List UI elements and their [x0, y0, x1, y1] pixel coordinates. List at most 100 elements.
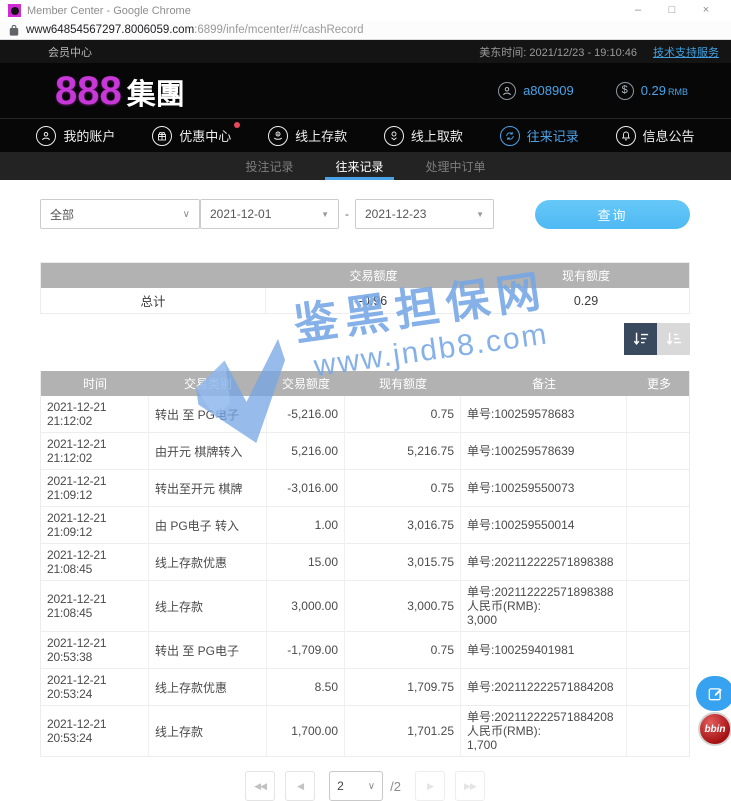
records-body: 2021-12-21 21:12:02 转出 至 PG电子 -5,216.00 …	[41, 396, 689, 756]
table-row: 2021-12-21 21:08:45 线上存款优惠 15.00 3,015.7…	[41, 544, 689, 581]
cell-time: 2021-12-21 21:08:45	[41, 544, 149, 580]
nav-item-label: 我的账户	[63, 129, 115, 144]
content-area: 全部 ∨ 2021-12-01 ▼ - 2021-12-23 ▼ 查询 交易额度…	[0, 180, 731, 801]
nav-item-withdraw[interactable]: 线上取款	[365, 119, 481, 152]
summary-header-balance: 现有额度	[481, 263, 691, 288]
prev-page-button[interactable]: ◀	[285, 771, 315, 801]
cell-balance: 3,016.75	[345, 507, 461, 543]
nav-item-label: 线上取款	[411, 129, 463, 144]
edit-icon	[707, 685, 724, 702]
cell-remark: 单号:100259401981	[461, 632, 627, 668]
deposit-icon	[268, 126, 288, 146]
cell-remark: 单号:202112222571898388	[461, 544, 627, 580]
cell-remark: 单号:202112222571898388 人民币(RMB): 3,000	[461, 581, 627, 631]
dropdown-triangle-icon: ▼	[476, 210, 484, 219]
table-row: 2021-12-21 20:53:38 转出 至 PG电子 -1,709.00 …	[41, 632, 689, 669]
gift-icon	[152, 126, 172, 146]
date-range-separator: -	[345, 207, 349, 221]
cell-time: 2021-12-21 21:12:02	[41, 396, 149, 432]
last-page-button[interactable]: ▶▶	[455, 771, 485, 801]
cell-amount: 1,700.00	[267, 706, 345, 756]
cell-type: 线上存款	[149, 581, 267, 631]
cell-more	[627, 433, 691, 469]
date-to-select[interactable]: 2021-12-23 ▼	[355, 199, 494, 229]
nav-item-news[interactable]: 信息公告	[597, 119, 713, 152]
sort-controls	[40, 323, 690, 355]
cell-amount: -3,016.00	[267, 470, 345, 506]
nav-item-account[interactable]: 我的账户	[18, 119, 134, 152]
cell-balance: 5,216.75	[345, 433, 461, 469]
first-page-button[interactable]: ◀◀	[245, 771, 275, 801]
nav-item-promo[interactable]: 优惠中心	[134, 119, 250, 152]
sort-descending-button[interactable]	[624, 323, 657, 355]
subnav-item-pending-orders[interactable]: 处理中订单	[420, 152, 492, 180]
url-host: www64854567297.8006059.com	[26, 24, 194, 36]
table-row: 2021-12-21 21:12:02 转出 至 PG电子 -5,216.00 …	[41, 396, 689, 433]
subnav-item-bet-records[interactable]: 投注记录	[239, 152, 299, 180]
column-header-2: 交易额度	[267, 371, 345, 396]
column-header-1: 交易类别	[149, 371, 267, 396]
cell-time: 2021-12-21 20:53:24	[41, 669, 149, 705]
nav-item-deposit[interactable]: 线上存款	[250, 119, 366, 152]
tech-support-link[interactable]: 技术支持服务	[653, 44, 719, 60]
column-header-5: 更多	[627, 371, 691, 396]
nav-item-records[interactable]: 往来记录	[481, 119, 597, 152]
subnav-item-cash-records[interactable]: 往来记录	[329, 152, 389, 180]
cell-remark: 单号:100259578639	[461, 433, 627, 469]
table-row: 2021-12-21 20:53:24 线上存款 1,700.00 1,701.…	[41, 706, 689, 756]
minimize-button[interactable]: –	[621, 0, 655, 21]
user-circle-icon	[498, 82, 516, 100]
records-header-row: 时间交易类别交易额度现有额度备注更多	[41, 371, 689, 396]
cell-remark: 单号:202112222571884208 人民币(RMB): 1,700	[461, 706, 627, 756]
bbin-label: bbin	[704, 724, 725, 735]
logo-888: 888	[55, 71, 122, 111]
summary-transaction-total: -0.96	[266, 288, 481, 313]
cell-more	[627, 581, 691, 631]
cell-type: 线上存款优惠	[149, 544, 267, 580]
subnav-item-label: 投注记录	[245, 158, 293, 175]
summary-header-row: 交易额度 现有额度	[41, 263, 689, 288]
sort-ascending-button[interactable]	[657, 323, 690, 355]
cell-type: 转出至开元 棋牌	[149, 470, 267, 506]
maximize-button[interactable]: □	[655, 0, 689, 21]
cell-time: 2021-12-21 21:09:12	[41, 470, 149, 506]
cell-balance: 1,701.25	[345, 706, 461, 756]
pagination: ◀◀ ◀ 2 ∨ /2 ▶ ▶▶	[40, 771, 690, 801]
date-from-select[interactable]: 2021-12-01 ▼	[200, 199, 339, 229]
search-button[interactable]: 查询	[535, 200, 690, 229]
cell-remark: 单号:100259550073	[461, 470, 627, 506]
bell-icon	[616, 126, 636, 146]
site-logo[interactable]: 888 集團	[55, 71, 185, 111]
nav-item-label: 往来记录	[527, 129, 579, 144]
page-select[interactable]: 2 ∨	[329, 771, 383, 801]
address-bar[interactable]: www64854567297.8006059.com:6899/infe/mce…	[0, 21, 731, 40]
dollar-circle-icon: $	[616, 82, 634, 100]
feedback-edit-fab[interactable]	[696, 676, 731, 711]
site-favicon	[8, 4, 21, 17]
cell-more	[627, 396, 691, 432]
cell-remark: 单号:202112222571884208	[461, 669, 627, 705]
cell-amount: 8.50	[267, 669, 345, 705]
table-row: 2021-12-21 21:08:45 线上存款 3,000.00 3,000.…	[41, 581, 689, 632]
notification-dot	[234, 122, 240, 128]
balance-display[interactable]: $ 0.29RMB	[616, 82, 688, 100]
cell-balance: 1,709.75	[345, 669, 461, 705]
chevron-down-icon: ∨	[368, 781, 375, 792]
cell-amount: -1,709.00	[267, 632, 345, 668]
filter-bar: 全部 ∨ 2021-12-01 ▼ - 2021-12-23 ▼ 查询	[40, 199, 690, 229]
close-button[interactable]: ×	[689, 0, 723, 21]
cell-time: 2021-12-21 20:53:24	[41, 706, 149, 756]
bbin-logo-fab[interactable]: bbin	[698, 712, 731, 746]
table-row: 2021-12-21 20:53:24 线上存款优惠 8.50 1,709.75…	[41, 669, 689, 706]
transaction-type-select[interactable]: 全部 ∨	[40, 199, 200, 229]
next-page-button[interactable]: ▶	[415, 771, 445, 801]
cell-more	[627, 669, 691, 705]
username-display[interactable]: a808909	[498, 82, 574, 100]
column-header-4: 备注	[461, 371, 627, 396]
cell-more	[627, 706, 691, 756]
cell-type: 转出 至 PG电子	[149, 396, 267, 432]
browser-titlebar: Member Center - Google Chrome – □ ×	[0, 0, 731, 21]
cell-amount: 3,000.00	[267, 581, 345, 631]
records-icon	[500, 126, 520, 146]
cell-amount: 15.00	[267, 544, 345, 580]
